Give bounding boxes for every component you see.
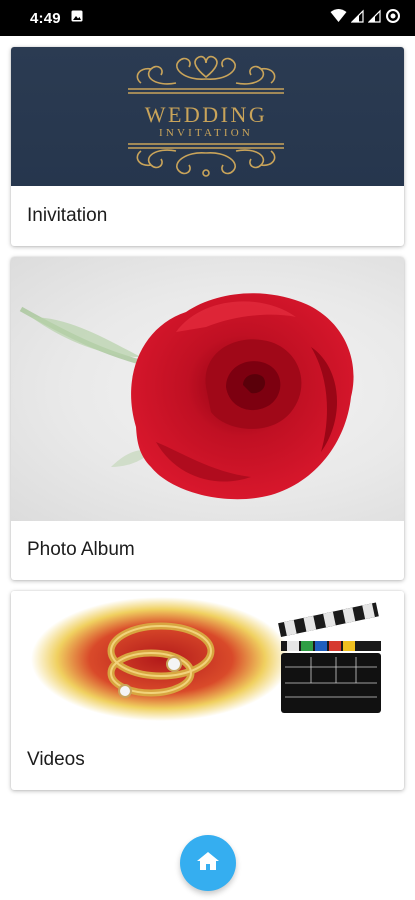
- invitation-banner-image: WEDDING INVITATION: [11, 47, 404, 186]
- invitation-label: Inivitation: [27, 205, 108, 226]
- videos-card[interactable]: Videos: [11, 591, 404, 790]
- status-bar: 4:49: [0, 0, 415, 36]
- videos-image: [11, 591, 404, 729]
- home-icon: [196, 850, 220, 877]
- videos-label: Videos: [27, 749, 85, 770]
- sync-icon: [385, 8, 401, 29]
- photo-album-card[interactable]: Photo Album: [11, 257, 404, 580]
- home-button[interactable]: [180, 835, 236, 891]
- gallery-icon: [71, 9, 83, 27]
- status-time: 4:49: [30, 9, 61, 27]
- rose-image: [11, 257, 404, 521]
- banner-title: WEDDING: [145, 102, 268, 127]
- wifi-icon: [330, 8, 347, 28]
- invitation-card[interactable]: WEDDING INVITATION Inivitation: [11, 47, 404, 246]
- photo-album-label: Photo Album: [27, 539, 135, 560]
- banner-subtitle: INVITATION: [159, 127, 253, 139]
- signal-icon: [367, 9, 381, 28]
- signal-icon: [350, 9, 364, 28]
